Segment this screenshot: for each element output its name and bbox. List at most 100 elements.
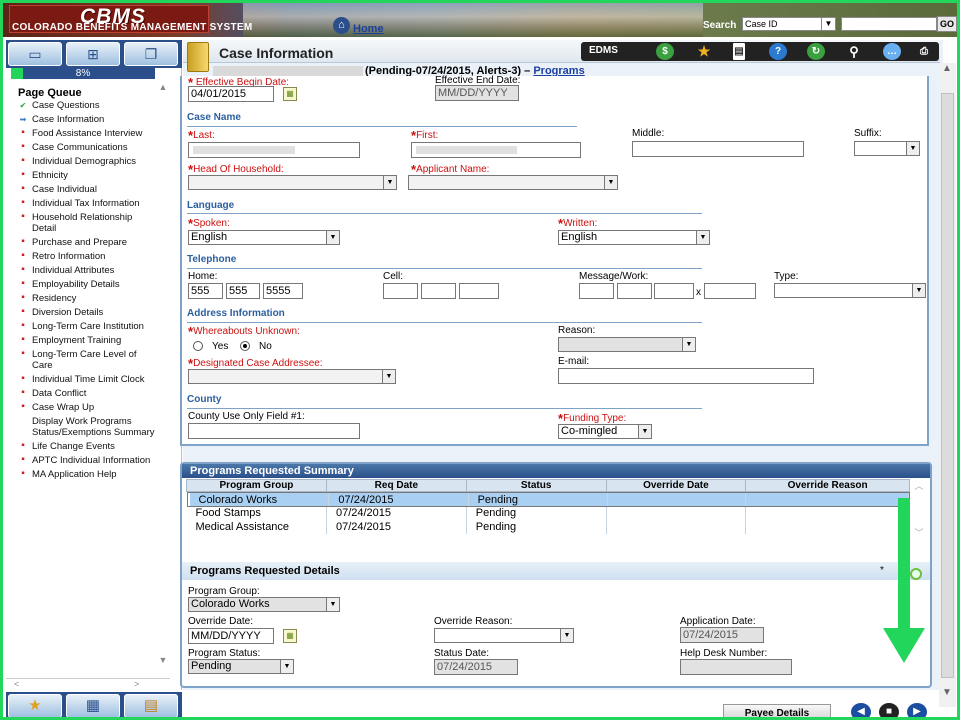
tree-icon[interactable]: ⊞ (66, 42, 120, 66)
scroll-right-icon[interactable]: > (134, 679, 139, 689)
queue-item[interactable]: ▪ Case Wrap Up (18, 402, 158, 414)
cell-line-input[interactable] (459, 283, 499, 299)
queue-item[interactable]: ▪ Household Relationship Detail (18, 212, 158, 235)
folder-open-icon[interactable]: ▤ (124, 694, 178, 717)
queue-item[interactable]: ▪ Data Conflict (18, 388, 158, 400)
home-icon[interactable]: ⌂ (333, 17, 350, 34)
email-input[interactable] (558, 368, 814, 384)
magnifier-icon[interactable]: ⚲ (845, 43, 863, 60)
first-name-input[interactable] (411, 142, 581, 158)
dollar-icon[interactable]: $ (656, 43, 674, 60)
queue-item[interactable]: ▪ Retro Information (18, 251, 158, 263)
print-icon[interactable]: ⎙ (915, 43, 933, 60)
payee-details-button[interactable]: Payee Details (723, 704, 831, 717)
table-row[interactable]: Food Stamps 07/24/2015 Pending (186, 506, 910, 520)
effective-end-input[interactable]: MM/DD/YYYY (435, 85, 519, 101)
last-name-input[interactable] (188, 142, 360, 158)
refresh-icon[interactable]: ↻ (807, 43, 825, 60)
scroll-up-icon[interactable]: ▲ (942, 63, 952, 74)
help-icon[interactable]: ? (769, 43, 787, 60)
queue-item[interactable]: ▪ Food Assistance Interview (18, 128, 158, 140)
queue-item[interactable]: ▪ Individual Demographics (18, 156, 158, 168)
windows-icon[interactable]: ❐ (124, 42, 178, 66)
queue-item[interactable]: ▪ Individual Tax Information (18, 198, 158, 210)
calculator-icon[interactable]: ▦ (66, 694, 120, 717)
home-line-input[interactable]: 5555 (263, 283, 303, 299)
go-button[interactable]: GO (937, 16, 957, 32)
scroll-down-icon[interactable]: ▼ (942, 687, 952, 698)
suffix-select[interactable]: ▼ (854, 141, 920, 156)
home-area-code-input[interactable]: 555 (188, 283, 223, 299)
queue-item[interactable]: ▪ Individual Attributes (18, 265, 158, 277)
scroll-down-icon[interactable]: ▼ (156, 655, 170, 667)
whereabouts-yes-radio[interactable] (193, 341, 203, 351)
table-row[interactable]: Colorado Works 07/24/2015 Pending (186, 492, 910, 507)
star-icon[interactable]: ★ (8, 694, 62, 717)
override-date-input[interactable]: MM/DD/YYYY (188, 628, 274, 644)
queue-item[interactable]: ▪ Employability Details (18, 279, 158, 291)
queue-item[interactable]: ▪ Diversion Details (18, 307, 158, 319)
work-prefix-input[interactable] (617, 283, 652, 299)
program-status-select[interactable]: Pending ▼ (188, 659, 294, 674)
queue-item[interactable]: ▪ Purchase and Prepare (18, 237, 158, 249)
written-language-select[interactable]: English ▼ (558, 230, 710, 245)
chat-icon[interactable]: … (883, 43, 901, 60)
scrollbar-thumb[interactable] (941, 93, 954, 678)
page-scrollbar[interactable]: ▲ ▼ (939, 63, 956, 707)
cell-prefix-input[interactable] (421, 283, 456, 299)
search-input[interactable] (841, 17, 937, 31)
scroll-left-icon[interactable]: < (14, 679, 19, 689)
queue-item[interactable]: ▪ Employment Training (18, 335, 158, 347)
sidebar-horizontal-scrollbar[interactable]: < > (6, 678, 170, 690)
column-header[interactable]: Req Date (325, 479, 467, 492)
reason-select[interactable]: ▼ (558, 337, 696, 352)
home-prefix-input[interactable]: 555 (226, 283, 260, 299)
status-date-input[interactable]: 07/24/2015 (434, 659, 518, 675)
calendar-icon[interactable]: ▦ (283, 629, 297, 643)
queue-item[interactable]: ▪ Case Communications (18, 142, 158, 154)
designated-addressee-select[interactable]: ▼ (188, 369, 396, 384)
funding-type-select[interactable]: Co-mingled ▼ (558, 424, 652, 439)
work-area-code-input[interactable] (579, 283, 614, 299)
back-icon[interactable]: ◀ (851, 703, 871, 717)
table-row[interactable]: Medical Assistance 07/24/2015 Pending (186, 520, 910, 534)
scroll-up-icon[interactable]: ︿ (912, 479, 926, 492)
scroll-up-icon[interactable]: ▲ (156, 82, 170, 94)
applicant-name-select[interactable]: ▼ (408, 175, 618, 190)
queue-item[interactable]: ➡ Case Information (18, 114, 158, 125)
application-date-input[interactable]: 07/24/2015 (680, 627, 764, 643)
queue-item[interactable]: Display Work Programs Status/Exemptions … (18, 416, 158, 438)
help-desk-input[interactable] (680, 659, 792, 675)
save-icon[interactable]: ■ (879, 703, 899, 717)
queue-item[interactable]: ▪ Long-Term Care Institution (18, 321, 158, 333)
document-icon[interactable]: ▤ (733, 43, 745, 60)
queue-item[interactable]: ▪ Long-Term Care Level of Care (18, 349, 158, 372)
queue-item[interactable]: ▪ Residency (18, 293, 158, 305)
queue-item[interactable]: ✔ Case Questions (18, 100, 158, 111)
column-header[interactable]: Override Reason (745, 479, 910, 492)
queue-item[interactable]: ▪ Case Individual (18, 184, 158, 196)
effective-begin-input[interactable]: 04/01/2015 (188, 86, 274, 102)
star-icon[interactable]: ★ (695, 43, 713, 60)
search-type-select[interactable]: Case ID ▼ (742, 17, 836, 31)
middle-name-input[interactable] (632, 141, 804, 157)
head-of-household-select[interactable]: ▼ (188, 175, 397, 190)
column-header[interactable]: Override Date (605, 479, 747, 492)
calendar-icon[interactable]: ▦ (283, 87, 297, 101)
county-field-input[interactable] (188, 423, 360, 439)
edms-button[interactable]: EDMS (589, 45, 618, 56)
column-header[interactable]: Program Group (186, 479, 327, 492)
queue-item[interactable]: ▪ APTC Individual Information (18, 455, 158, 467)
next-icon[interactable]: ▶ (907, 703, 927, 717)
queue-item[interactable]: ▪ MA Application Help (18, 469, 158, 481)
sidebar-scrollbar[interactable]: ▲ ▼ (156, 82, 170, 667)
spoken-language-select[interactable]: English ▼ (188, 230, 340, 245)
work-line-input[interactable] (654, 283, 694, 299)
home-link[interactable]: Home (353, 23, 384, 35)
whereabouts-no-radio[interactable] (240, 341, 250, 351)
cell-area-code-input[interactable] (383, 283, 418, 299)
program-group-select[interactable]: Colorado Works ▼ (188, 597, 340, 612)
column-header[interactable]: Status (465, 479, 607, 492)
folder-icon[interactable]: ▭ (8, 42, 62, 66)
override-reason-select[interactable]: ▼ (434, 628, 574, 643)
